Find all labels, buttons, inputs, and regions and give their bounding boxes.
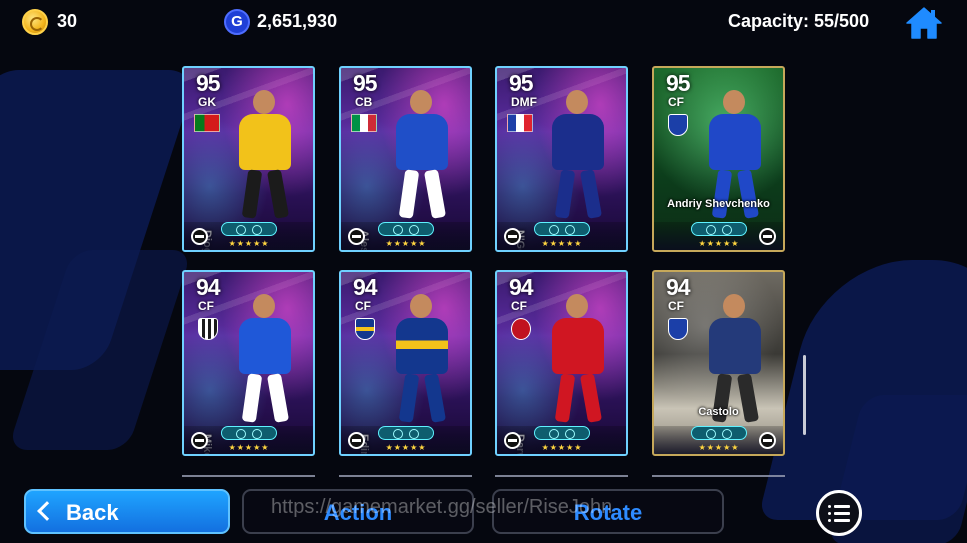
player-image [386, 90, 458, 220]
player-card[interactable]: 94CFDarwin Núñez★★★★★ [495, 270, 628, 456]
efootball-logo-icon [504, 432, 521, 449]
club-crest-icon [511, 318, 531, 340]
player-position: DMF [511, 95, 537, 109]
player-card[interactable]: 94CFMikel Oyarzabal★★★★★ [182, 270, 315, 456]
efootball-logo-icon [504, 228, 521, 245]
home-icon[interactable] [905, 6, 943, 40]
flag-france-icon [507, 114, 533, 132]
player-image [699, 294, 771, 424]
capacity-counter: Capacity: 55/500 [728, 11, 870, 31]
card-footer: ★★★★★ [341, 426, 470, 454]
player-rating: 94 [509, 274, 534, 300]
flag-portugal-icon [194, 114, 220, 132]
chevron-left-icon [37, 501, 57, 521]
efootball-logo-icon [348, 432, 365, 449]
divider [652, 475, 785, 477]
skill-boost-icon [378, 426, 434, 440]
card-footer: ★★★★★ [341, 222, 470, 250]
divider [339, 475, 472, 477]
player-position: CF [355, 299, 371, 313]
skill-boost-icon [221, 222, 277, 236]
rotate-button[interactable]: Rotate [492, 489, 724, 534]
card-footer: ★★★★★ [184, 426, 313, 454]
card-footer: ★★★★★ [497, 222, 626, 250]
player-rating: 94 [353, 274, 378, 300]
back-button[interactable]: Back [24, 489, 230, 534]
divider [495, 475, 628, 477]
star-rating: ★★★★★ [698, 239, 740, 248]
card-footer: ★★★★★ [654, 426, 783, 454]
player-name: Castolo [698, 406, 739, 418]
efootball-logo-icon [348, 228, 365, 245]
card-footer: ★★★★★ [654, 222, 783, 250]
divider [182, 475, 315, 477]
player-position: CF [198, 299, 214, 313]
efootball-logo-icon [759, 432, 776, 449]
star-rating: ★★★★★ [228, 443, 270, 452]
top-bar: 30 G 2,651,930 Capacity: 55/500 [0, 0, 967, 44]
player-image [229, 294, 301, 424]
star-rating: ★★★★★ [698, 443, 740, 452]
player-name: Andriy Shevchenko [667, 198, 770, 210]
skill-boost-icon [534, 222, 590, 236]
club-crest-icon [198, 318, 218, 340]
skill-boost-icon [534, 426, 590, 440]
efootball-logo-icon [191, 228, 208, 245]
star-rating: ★★★★★ [385, 443, 427, 452]
club-crest-icon [668, 318, 688, 340]
player-position: CF [668, 95, 684, 109]
player-position: CB [355, 95, 373, 109]
star-rating: ★★★★★ [541, 239, 583, 248]
player-rating: 95 [353, 70, 378, 96]
player-image [386, 294, 458, 424]
player-image [542, 90, 614, 220]
player-card[interactable]: 95GKDiogo Costa★★★★★ [182, 66, 315, 252]
scrollbar[interactable] [803, 355, 806, 435]
action-button[interactable]: Action [242, 489, 474, 534]
player-image [229, 90, 301, 220]
club-crest-icon [668, 114, 688, 136]
player-card[interactable]: 95CBAlessandro Bastoni★★★★★ [339, 66, 472, 252]
player-rating: 95 [509, 70, 534, 96]
player-card[interactable]: 95 CF Andriy Shevchenko ★★★★★ [652, 66, 785, 252]
coin-balance: 30 [57, 11, 78, 31]
action-label: Action [323, 500, 393, 525]
player-rating: 94 [196, 274, 221, 300]
player-card[interactable]: 94 CF Castolo ★★★★★ [652, 270, 785, 456]
skill-boost-icon [691, 426, 747, 440]
skill-boost-icon [378, 222, 434, 236]
back-label: Back [66, 500, 119, 525]
gp-icon: G [224, 9, 250, 35]
efootball-logo-icon [191, 432, 208, 449]
card-footer: ★★★★★ [184, 222, 313, 250]
player-image [542, 294, 614, 424]
player-rating: 95 [666, 70, 691, 96]
star-rating: ★★★★★ [228, 239, 270, 248]
player-position: GK [198, 95, 216, 109]
efootball-logo-icon [759, 228, 776, 245]
player-rating: 94 [666, 274, 691, 300]
player-card[interactable]: 95DMFN'Golo Kanté★★★★★ [495, 66, 628, 252]
rotate-label: Rotate [573, 500, 643, 525]
player-rating: 95 [196, 70, 221, 96]
flag-italy-icon [351, 114, 377, 132]
star-rating: ★★★★★ [385, 239, 427, 248]
coin-icon [22, 9, 48, 35]
player-position: CF [511, 299, 527, 313]
player-position: CF [668, 299, 684, 313]
skill-boost-icon [221, 426, 277, 440]
club-crest-icon [355, 318, 375, 340]
card-footer: ★★★★★ [497, 426, 626, 454]
player-card[interactable]: 94CFEdinson Cavani★★★★★ [339, 270, 472, 456]
skill-boost-icon [691, 222, 747, 236]
star-rating: ★★★★★ [541, 443, 583, 452]
list-menu-icon[interactable] [816, 490, 862, 536]
gp-balance: 2,651,930 [257, 11, 338, 31]
